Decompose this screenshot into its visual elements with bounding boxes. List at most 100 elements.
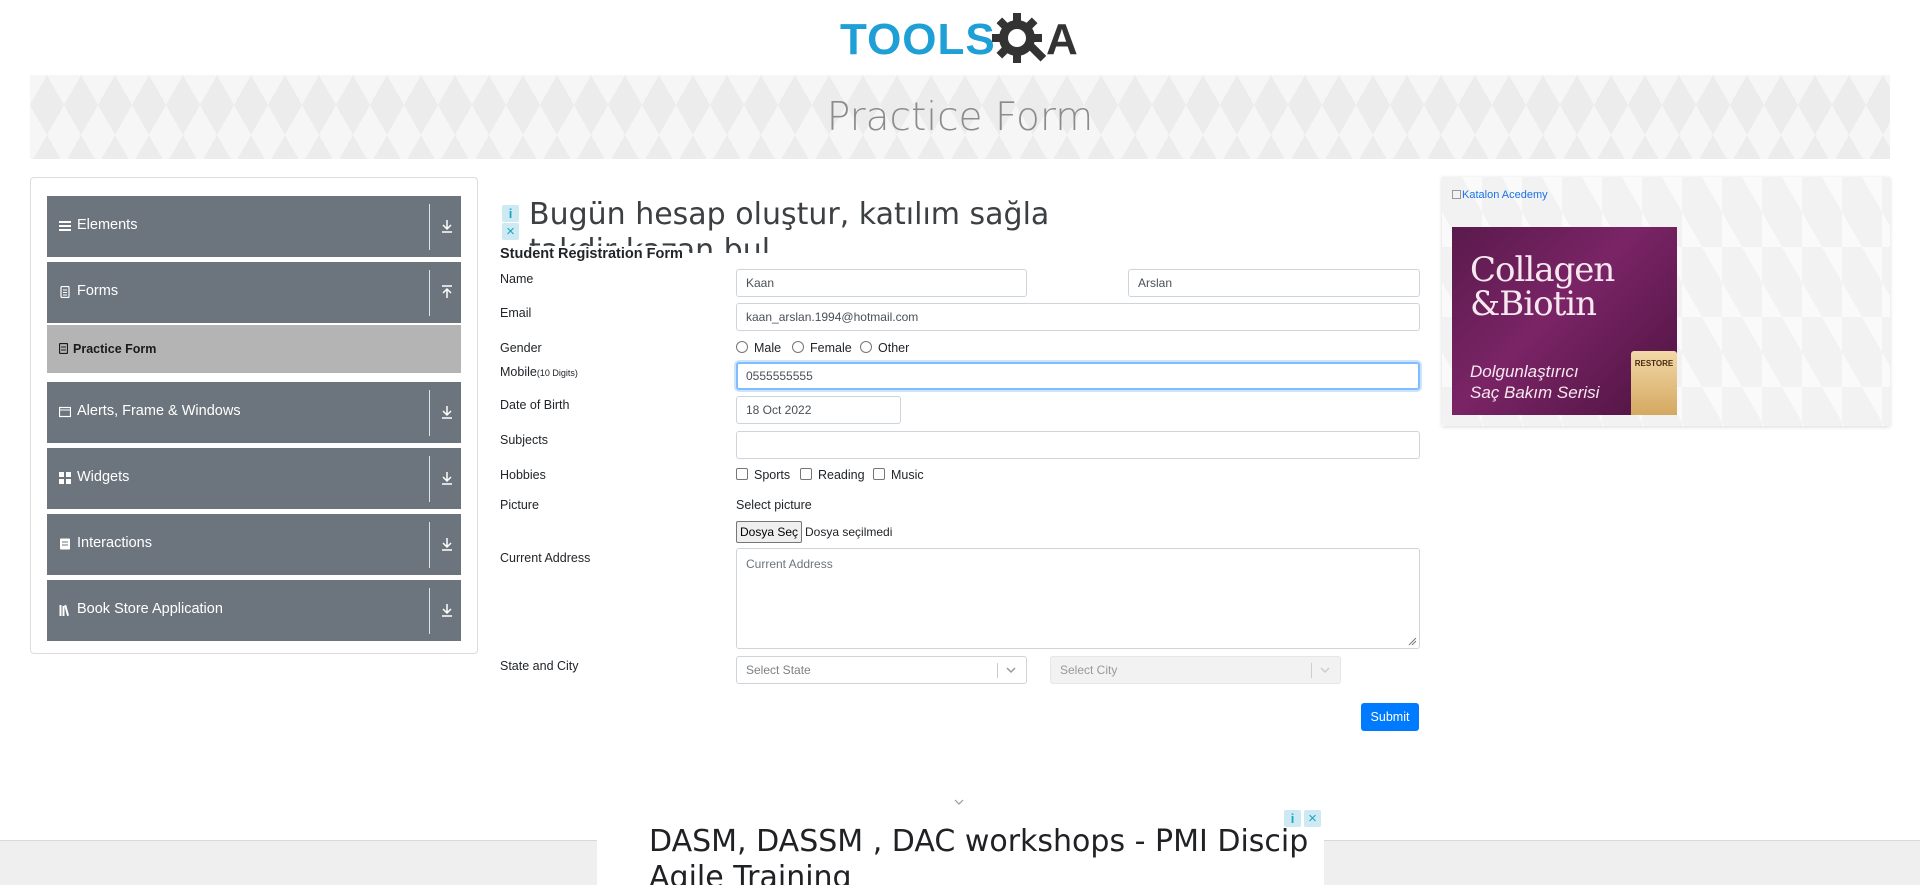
- city-placeholder: Select City: [1060, 663, 1118, 677]
- mobile-hint: (10 Digits): [536, 368, 578, 378]
- mobile-label: Mobile(10 Digits): [500, 365, 578, 379]
- gender-other-label[interactable]: Other: [878, 341, 909, 355]
- window-icon: [59, 406, 71, 418]
- divider: [429, 270, 430, 316]
- ad-subtitle-line1: Dolgunlaştırıcı: [1470, 362, 1579, 381]
- file-status: Dosya seçilmedi: [805, 525, 893, 539]
- download-arrow-icon[interactable]: [439, 404, 455, 420]
- sidebar-item-practice-form[interactable]: Practice Form: [47, 325, 461, 373]
- name-label: Name: [500, 272, 534, 286]
- download-arrow-icon[interactable]: [439, 470, 455, 486]
- ad-text: Agile Training: [649, 860, 852, 885]
- picture-label: Picture: [500, 498, 539, 512]
- last-name-input[interactable]: Arslan: [1128, 269, 1420, 297]
- interaction-icon: [60, 538, 70, 550]
- gender-female-radio[interactable]: [792, 341, 804, 353]
- katalon-academy-link[interactable]: Katalon Acedemy: [1452, 189, 1548, 201]
- sidebar-group-alerts[interactable]: Alerts, Frame & Windows: [47, 382, 461, 443]
- gender-female-label[interactable]: Female: [810, 341, 852, 355]
- form-title: Student Registration Form: [500, 246, 689, 262]
- bottom-ad-banner[interactable]: DASM, DASSM , DAC workshops - PMI Discip…: [597, 810, 1324, 885]
- ad-headline: Collagen &Biotin: [1470, 250, 1615, 324]
- ad-subtitle-line2: Saç Bakım Serisi: [1470, 383, 1600, 402]
- first-name-input[interactable]: Kaan: [736, 269, 1027, 297]
- katalon-alt-text: Katalon Acedemy: [1462, 189, 1548, 201]
- email-input[interactable]: kaan_arslan.1994@hotmail.com: [736, 303, 1420, 331]
- product-bottle: RESTORE: [1631, 351, 1677, 415]
- sidebar-group-elements[interactable]: Elements: [47, 196, 461, 257]
- ad-text: DASM, DASSM , DAC workshops - PMI Discip: [649, 824, 1309, 859]
- hobby-sports-checkbox[interactable]: [736, 468, 748, 480]
- sidebar-group-interactions[interactable]: Interactions: [47, 514, 461, 575]
- sidebar-group-label: Book Store Application: [77, 601, 223, 617]
- sidebar-group-label: Elements: [77, 217, 138, 233]
- ad-headline-line1: Collagen: [1470, 250, 1615, 290]
- sidebar-group-label: Widgets: [77, 469, 130, 485]
- subjects-label: Subjects: [500, 433, 548, 447]
- date-of-birth-input[interactable]: 18 Oct 2022: [736, 396, 901, 424]
- download-arrow-icon[interactable]: [439, 218, 455, 234]
- gender-male-radio[interactable]: [736, 341, 748, 353]
- gender-other-radio[interactable]: [860, 341, 872, 353]
- hobby-reading-checkbox[interactable]: [800, 468, 812, 480]
- divider: [429, 390, 430, 436]
- gender-label: Gender: [500, 341, 542, 355]
- books-icon: [59, 604, 70, 616]
- hobby-music-checkbox[interactable]: [873, 468, 885, 480]
- select-picture-label: Select picture: [736, 498, 812, 512]
- mobile-input[interactable]: 0555555555: [736, 362, 1420, 390]
- subjects-input[interactable]: [736, 431, 1420, 459]
- choose-file-button[interactable]: Dosya Seç: [736, 521, 802, 543]
- mobile-label-text: Mobile: [500, 365, 537, 379]
- ad-subtitle: Dolgunlaştırıcı Saç Bakım Serisi: [1470, 361, 1599, 403]
- city-select[interactable]: Select City: [1050, 656, 1341, 684]
- chevron-down-icon: [1320, 667, 1330, 674]
- menu-icon: [59, 221, 71, 231]
- grid-icon: [59, 472, 71, 484]
- page-title: Practice Form: [826, 95, 1094, 140]
- toolsqa-logo[interactable]: TOOLS A: [840, 10, 1084, 68]
- ad-text: Bugün hesap oluştur, katılım sağla ve: [529, 197, 1048, 232]
- hobbies-label: Hobbies: [500, 468, 546, 482]
- hobby-sports-label[interactable]: Sports: [754, 468, 790, 482]
- page-header-banner: Practice Form: [30, 75, 1890, 159]
- hobby-music-label[interactable]: Music: [891, 468, 924, 482]
- sidebar-group-label: Forms: [77, 283, 119, 299]
- svg-text:TOOLS: TOOLS: [840, 15, 996, 64]
- download-arrow-icon[interactable]: [439, 536, 455, 552]
- sidebar: Elements Forms Practice Form Alerts, Fra…: [30, 177, 478, 654]
- right-ad-panel: Katalon Acedemy Collagen &Biotin Dolgunla…: [1442, 177, 1890, 426]
- chevron-down-icon[interactable]: [952, 797, 966, 807]
- divider: [1311, 663, 1312, 678]
- divider: [429, 522, 430, 568]
- ad-close-icon[interactable]: ×: [502, 223, 519, 240]
- svg-text:A: A: [1046, 15, 1078, 64]
- current-address-textarea[interactable]: Current Address: [736, 548, 1420, 649]
- sidebar-item-label: Practice Form: [73, 342, 157, 356]
- chevron-down-icon: [1006, 667, 1016, 674]
- top-ad-banner[interactable]: Bugün hesap oluştur, katılım sağla ve ta…: [500, 177, 1048, 253]
- state-placeholder: Select State: [746, 663, 811, 677]
- ad-info-icon[interactable]: i: [1284, 810, 1301, 827]
- sidebar-group-widgets[interactable]: Widgets: [47, 448, 461, 509]
- address-placeholder: Current Address: [746, 557, 833, 571]
- state-select[interactable]: Select State: [736, 656, 1027, 684]
- sidebar-group-bookstore[interactable]: Book Store Application: [47, 580, 461, 641]
- download-arrow-icon[interactable]: [439, 602, 455, 618]
- email-label: Email: [500, 306, 532, 320]
- resize-handle-icon[interactable]: [1408, 637, 1417, 646]
- current-address-label: Current Address: [500, 551, 591, 565]
- form-icon: [59, 343, 68, 354]
- broken-image-icon: [1452, 190, 1461, 199]
- upload-arrow-icon[interactable]: [439, 284, 455, 300]
- ad-close-icon[interactable]: ×: [1304, 810, 1321, 827]
- submit-button[interactable]: Submit: [1361, 703, 1419, 731]
- hobby-reading-label[interactable]: Reading: [818, 468, 865, 482]
- ad-info-icon[interactable]: i: [502, 205, 519, 222]
- gender-male-label[interactable]: Male: [754, 341, 781, 355]
- document-icon: [60, 286, 70, 298]
- sidebar-group-label: Alerts, Frame & Windows: [77, 403, 241, 419]
- ad-headline-line2: &Biotin: [1470, 284, 1597, 324]
- sidebar-group-forms[interactable]: Forms: [47, 262, 461, 323]
- collagen-ad-image[interactable]: Collagen &Biotin Dolgunlaştırıcı Saç Bakım…: [1452, 227, 1677, 415]
